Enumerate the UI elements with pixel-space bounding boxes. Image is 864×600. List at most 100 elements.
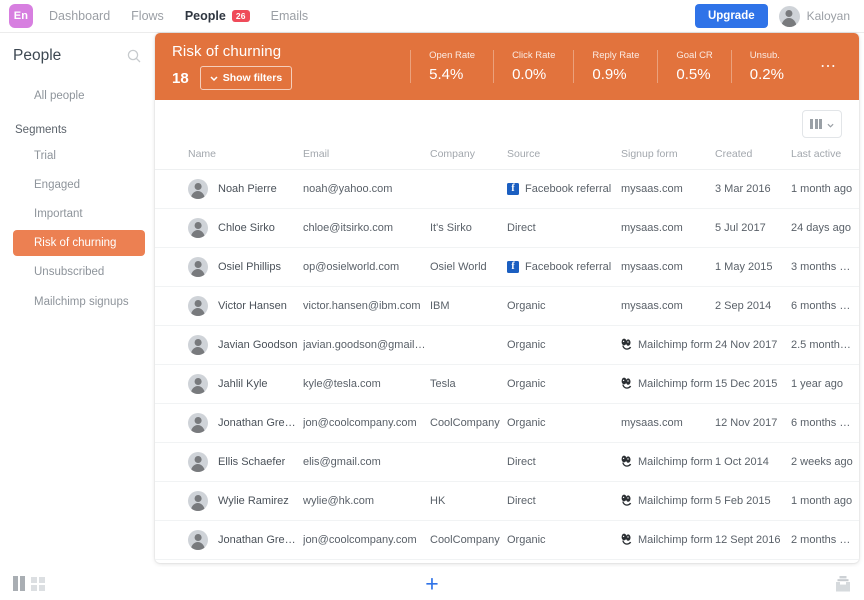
cell-company: HK (430, 481, 507, 521)
column-header-created[interactable]: Created (715, 138, 791, 170)
table-row[interactable]: Alora Jacksonalora@zoom.comZoomfFacebook… (155, 559, 859, 563)
table-row[interactable]: Jahlil Kyle kyle@tesla.com Tesla Organic Mai… (155, 364, 859, 404)
add-button[interactable]: + (425, 572, 438, 595)
sidebar-item-risk-of-churning[interactable]: Risk of churning (13, 230, 145, 257)
bottom-bar: + (0, 567, 864, 600)
ellipsis-icon[interactable]: ⋯ (802, 58, 845, 75)
column-header-email[interactable]: Email (303, 138, 430, 170)
nav-item-flows[interactable]: Flows (131, 10, 164, 23)
inbox-icon[interactable] (835, 575, 851, 593)
stat-value: 0.9% (592, 66, 627, 83)
cell-email: op@osielworld.com (303, 247, 430, 287)
column-header-company[interactable]: Company (430, 138, 507, 170)
cell-created: 5 Jul 2017 (715, 208, 791, 248)
avatar (188, 257, 208, 277)
table-toolbar (155, 100, 859, 138)
cell-source: Organic (507, 403, 621, 443)
sidebar-item-unsubscribed[interactable]: Unsubscribed (25, 259, 145, 285)
cell-name[interactable]: Jahlil Kyle (155, 364, 303, 404)
user-name-label: Kaloyan (806, 9, 850, 23)
columns-view-icon[interactable] (13, 576, 25, 591)
user-menu[interactable]: Kaloyan (778, 5, 850, 27)
source-label: Organic (507, 378, 546, 390)
signup-form-label: mysaas.com (621, 300, 683, 312)
cell-created: 5 Feb 2015 (715, 481, 791, 521)
column-header-last-active[interactable]: Last active (791, 138, 859, 170)
cell-name[interactable]: Jonathan Greenberg (155, 403, 303, 443)
table-row[interactable]: Jonathan Greenberg jon@coolcompany.comCoo… (155, 520, 859, 560)
nav-item-dashboard[interactable]: Dashboard (49, 10, 110, 23)
table-row[interactable]: Ellis Schaefer elis@gmail.com Direct Mailch… (155, 442, 859, 482)
table-row[interactable]: Noah Pierre noah@yahoo.com f Facebook refer… (155, 169, 859, 209)
source-label: Organic (507, 417, 546, 429)
cell-created: 1 May 2015 (715, 247, 791, 287)
stat-value: 0.5% (676, 66, 711, 83)
avatar (188, 335, 208, 355)
signup-form-label: Mailchimp form (638, 456, 713, 468)
table-row[interactable]: Victor Hansen victor.hansen@ibm.com IBM Org… (155, 286, 859, 326)
cell-name[interactable]: Victor Hansen (155, 286, 303, 326)
sidebar-item-mailchimp-signups[interactable]: Mailchimp signups (25, 289, 145, 315)
cell-name[interactable]: Alora Jackson (155, 559, 303, 563)
body-wrapper: People All people Segments Trial Engaged… (0, 33, 864, 567)
source-label: Direct (507, 495, 536, 507)
show-filters-button[interactable]: Show filters (199, 66, 293, 90)
table-row[interactable]: Jonathan Greenberg jon@coolcompany.comCoo… (155, 403, 859, 443)
cell-source: Direct (507, 481, 621, 521)
stat-label: Unsub. (749, 50, 780, 61)
table-row[interactable]: Osiel Phillips op@osielworld.com Osiel Wor… (155, 247, 859, 287)
mailchimp-icon (621, 338, 632, 353)
cell-name[interactable]: Wylie Ramirez (155, 481, 303, 521)
sidebar-item-trial[interactable]: Trial (25, 143, 145, 169)
person-name: Osiel Phillips (218, 261, 281, 273)
column-header-name[interactable]: Name (155, 138, 303, 170)
sidebar-item-important[interactable]: Important (25, 201, 145, 227)
cell-email: wylie@hk.com (303, 481, 430, 521)
segment-header: Risk of churning 18 Show filters Open Ra… (155, 33, 859, 100)
cell-company (430, 442, 507, 482)
table-row[interactable]: Chloe Sirko chloe@itsirko.com It's Sirko Di… (155, 208, 859, 248)
people-table-container[interactable]: Name Email Company Source Signup form Cr… (155, 138, 859, 563)
person-name: Chloe Sirko (218, 222, 275, 234)
nav-item-label: Emails (270, 8, 309, 23)
chevron-down-icon (827, 115, 834, 133)
search-icon[interactable] (127, 49, 141, 63)
nav-item-emails[interactable]: Emails (271, 10, 309, 23)
sidebar-title: People (13, 47, 62, 64)
cell-company (430, 325, 507, 365)
upgrade-button[interactable]: Upgrade (694, 4, 768, 28)
source-label: Organic (507, 339, 546, 351)
cell-name[interactable]: Jonathan Greenberg (155, 520, 303, 560)
signup-form-label: Mailchimp form (638, 495, 713, 507)
cell-signup-form: Mailchimp form (621, 481, 715, 521)
stat-label: Click Rate (512, 50, 556, 61)
nav-item-people[interactable]: People 26 (185, 10, 250, 23)
source-label: Facebook referral (525, 183, 612, 195)
source-label: Direct (507, 222, 536, 234)
table-row[interactable]: Javian Goodson javian.goodson@gmail.cm Org… (155, 325, 859, 365)
column-header-source[interactable]: Source (507, 138, 621, 170)
sidebar-item-engaged[interactable]: Engaged (25, 172, 145, 198)
sidebar-header: People (13, 47, 145, 65)
cell-email: jon@coolcompany.com (303, 403, 430, 443)
cell-created: 3 Mar 2016 (715, 169, 791, 209)
sidebar-item-all-people[interactable]: All people (25, 83, 145, 109)
cell-signup-form: Mailchimp form (621, 559, 715, 563)
source-label: Direct (507, 456, 536, 468)
cell-source: Organic (507, 325, 621, 365)
table-header-row: Name Email Company Source Signup form Cr… (155, 138, 859, 170)
app-logo-badge[interactable]: En (9, 4, 33, 28)
person-name: Jonathan Greenberg (218, 417, 299, 429)
cell-name[interactable]: Osiel Phillips (155, 247, 303, 287)
cell-name[interactable]: Javian Goodson (155, 325, 303, 365)
grid-view-icon[interactable] (31, 576, 45, 591)
avatar (188, 179, 208, 199)
cell-email: kyle@tesla.com (303, 364, 430, 404)
cell-name[interactable]: Noah Pierre (155, 169, 303, 209)
stat-label: Reply Rate (592, 50, 640, 61)
table-row[interactable]: Wylie Ramirez wylie@hk.com HK Direct Mailchi… (155, 481, 859, 521)
cell-name[interactable]: Chloe Sirko (155, 208, 303, 248)
cell-name[interactable]: Ellis Schaefer (155, 442, 303, 482)
column-picker-button[interactable] (802, 110, 842, 138)
column-header-signup-form[interactable]: Signup form (621, 138, 715, 170)
